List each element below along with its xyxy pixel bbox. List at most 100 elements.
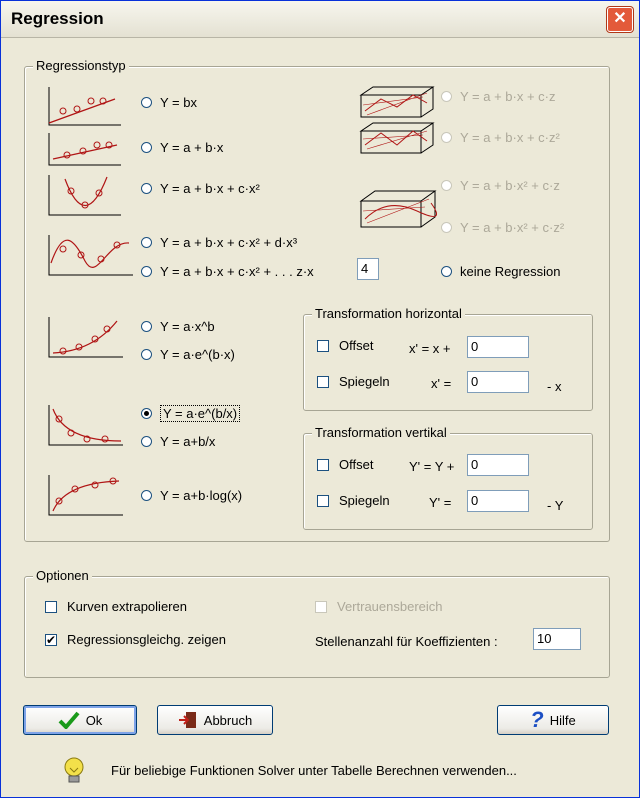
radio-y-bx[interactable]: Y = bx bbox=[141, 95, 197, 110]
checkbox-label: Offset bbox=[339, 338, 374, 353]
thumb-3d-b-icon bbox=[359, 122, 435, 154]
radio-3d-quadratic-xz[interactable]: Y = a + b·x² + c·z² bbox=[441, 220, 564, 235]
radio-dot[interactable] bbox=[441, 91, 452, 102]
transform-vertical-legend: Transformation vertikal bbox=[312, 425, 450, 440]
checkbox-box[interactable] bbox=[315, 600, 327, 613]
radio-label: Y = a + b·x² + c·z bbox=[460, 178, 560, 193]
radio-dot[interactable] bbox=[441, 222, 452, 233]
radio-label: Y = bx bbox=[160, 95, 197, 110]
radio-label: Y = a + b·x + c·x² + d·x³ bbox=[160, 235, 298, 250]
radio-dot[interactable] bbox=[141, 97, 152, 108]
radio-label: Y = a·e^(b·x) bbox=[160, 347, 235, 362]
checkbox-box[interactable] bbox=[45, 600, 57, 613]
radio-y-reciprocal[interactable]: Y = a+b/x bbox=[141, 434, 215, 449]
help-button[interactable]: ? Hilfe bbox=[497, 705, 609, 735]
radio-y-log[interactable]: Y = a+b·log(x) bbox=[141, 488, 242, 503]
checkbox-box[interactable] bbox=[317, 375, 329, 388]
help-icon: ? bbox=[530, 707, 544, 732]
radio-label: Y = a + b·x + c·z bbox=[460, 89, 556, 104]
radio-label: Y = a·e^(b/x) bbox=[160, 405, 241, 422]
radio-no-regression[interactable]: keine Regression bbox=[441, 264, 560, 279]
optionen-group: Optionen bbox=[24, 568, 610, 678]
checkbox-extrapolate[interactable]: Kurven extrapolieren bbox=[45, 599, 187, 614]
radio-label: Y = a + b·x² + c·z² bbox=[460, 220, 565, 235]
thumb-3d-c-icon bbox=[359, 190, 437, 228]
checkbox-label: Spiegeln bbox=[339, 493, 390, 508]
radio-y-power[interactable]: Y = a·x^b bbox=[141, 319, 215, 334]
radio-y-linear[interactable]: Y = a + b·x bbox=[141, 140, 223, 155]
radio-label: Y = a + b·x + c·z² bbox=[460, 130, 560, 145]
radio-dot-selected[interactable] bbox=[141, 408, 152, 419]
transform-vertical-group: Transformation vertikal bbox=[303, 425, 593, 530]
radio-dot[interactable] bbox=[141, 237, 152, 248]
radio-y-polynomial[interactable]: Y = a + b·x + c·x² + . . . z·x bbox=[141, 264, 314, 279]
checkbox-box[interactable] bbox=[317, 458, 329, 471]
radio-label: Y = a + b·x + c·x² + . . . z·x bbox=[160, 264, 314, 279]
thumb-cubic-icon bbox=[48, 235, 133, 276]
window-title: Regression bbox=[11, 9, 104, 28]
checkbox-h-mirror[interactable]: Spiegeln bbox=[317, 374, 390, 389]
checkbox-show-equation[interactable]: ✔ Regressionsgleichg. zeigen bbox=[45, 632, 226, 647]
checkbox-h-offset[interactable]: Offset bbox=[317, 338, 373, 353]
ok-button[interactable]: Ok bbox=[23, 705, 137, 735]
close-icon[interactable]: ✕ bbox=[607, 7, 633, 32]
checkbox-box[interactable] bbox=[317, 494, 329, 507]
thumb-3d-a-icon bbox=[359, 86, 435, 118]
thumb-linear-icon bbox=[48, 133, 121, 166]
checkbox-label: Regressionsgleichg. zeigen bbox=[67, 632, 226, 647]
checkbox-v-mirror[interactable]: Spiegeln bbox=[317, 493, 390, 508]
radio-3d-linear-z[interactable]: Y = a + b·x + c·z bbox=[441, 89, 556, 104]
checkbox-v-offset[interactable]: Offset bbox=[317, 457, 373, 472]
regressionstyp-legend: Regressionstyp bbox=[33, 58, 129, 73]
radio-y-quadratic[interactable]: Y = a + b·x + c·x² bbox=[141, 181, 260, 196]
v-mirror-input[interactable]: 0 bbox=[467, 490, 529, 512]
checkbox-label: Kurven extrapolieren bbox=[67, 599, 187, 614]
checkbox-confidence[interactable]: Vertrauensbereich bbox=[315, 599, 443, 614]
optionen-legend: Optionen bbox=[33, 568, 92, 583]
radio-label: keine Regression bbox=[460, 264, 561, 279]
checkmark-icon[interactable]: ✔ bbox=[45, 633, 57, 646]
radio-y-cubic[interactable]: Y = a + b·x + c·x² + d·x³ bbox=[141, 235, 297, 250]
regression-dialog: Regression ✕ Regressionstyp Y = bx Y = a… bbox=[0, 0, 640, 798]
radio-dot[interactable] bbox=[141, 436, 152, 447]
checkbox-label: Vertrauensbereich bbox=[337, 599, 443, 614]
help-label: Hilfe bbox=[549, 712, 576, 728]
radio-dot[interactable] bbox=[141, 321, 152, 332]
checkbox-box[interactable] bbox=[317, 339, 329, 352]
radio-dot[interactable] bbox=[141, 349, 152, 360]
radio-3d-quadratic-z[interactable]: Y = a + b·x + c·z² bbox=[441, 130, 560, 145]
radio-y-exp-reciprocal[interactable]: Y = a·e^(b/x) bbox=[141, 405, 241, 422]
radio-dot[interactable] bbox=[441, 132, 452, 143]
ok-label: Ok bbox=[85, 712, 103, 728]
radio-dot[interactable] bbox=[141, 142, 152, 153]
radio-dot[interactable] bbox=[141, 183, 152, 194]
exit-door-icon bbox=[178, 712, 196, 728]
thumb-power-icon bbox=[48, 317, 123, 358]
h-offset-expression: x' = x + bbox=[409, 341, 451, 356]
title-bar[interactable]: Regression ✕ bbox=[1, 1, 639, 38]
cancel-button[interactable]: Abbruch bbox=[157, 705, 273, 735]
radio-label: Y = a+b·log(x) bbox=[160, 488, 243, 503]
radio-label: Y = a+b/x bbox=[160, 434, 216, 449]
lightbulb-icon bbox=[64, 757, 84, 783]
radio-dot[interactable] bbox=[441, 180, 452, 191]
radio-dot[interactable] bbox=[141, 266, 152, 277]
v-mirror-expression: Y' = bbox=[429, 495, 452, 510]
radio-dot[interactable] bbox=[441, 266, 452, 277]
radio-dot[interactable] bbox=[141, 490, 152, 501]
v-offset-input[interactable]: 0 bbox=[467, 454, 529, 476]
poly-degree-input[interactable]: 4 bbox=[357, 258, 379, 280]
thumb-log-icon bbox=[48, 475, 123, 516]
transform-horizontal-legend: Transformation horizontal bbox=[312, 306, 465, 321]
checkbox-label: Offset bbox=[339, 457, 374, 472]
radio-3d-quadratic-x[interactable]: Y = a + b·x² + c·z bbox=[441, 178, 560, 193]
digits-input[interactable]: 10 bbox=[533, 628, 581, 650]
radio-y-exponential[interactable]: Y = a·e^(b·x) bbox=[141, 347, 235, 362]
checkbox-label: Spiegeln bbox=[339, 374, 390, 389]
thumb-exp-recip-icon bbox=[48, 405, 123, 446]
h-offset-input[interactable]: 0 bbox=[467, 336, 529, 358]
thumb-linear-origin-icon bbox=[48, 87, 121, 126]
radio-label: Y = a + b·x bbox=[160, 140, 224, 155]
transform-horizontal-group: Transformation horizontal bbox=[303, 306, 593, 411]
h-mirror-input[interactable]: 0 bbox=[467, 371, 529, 393]
